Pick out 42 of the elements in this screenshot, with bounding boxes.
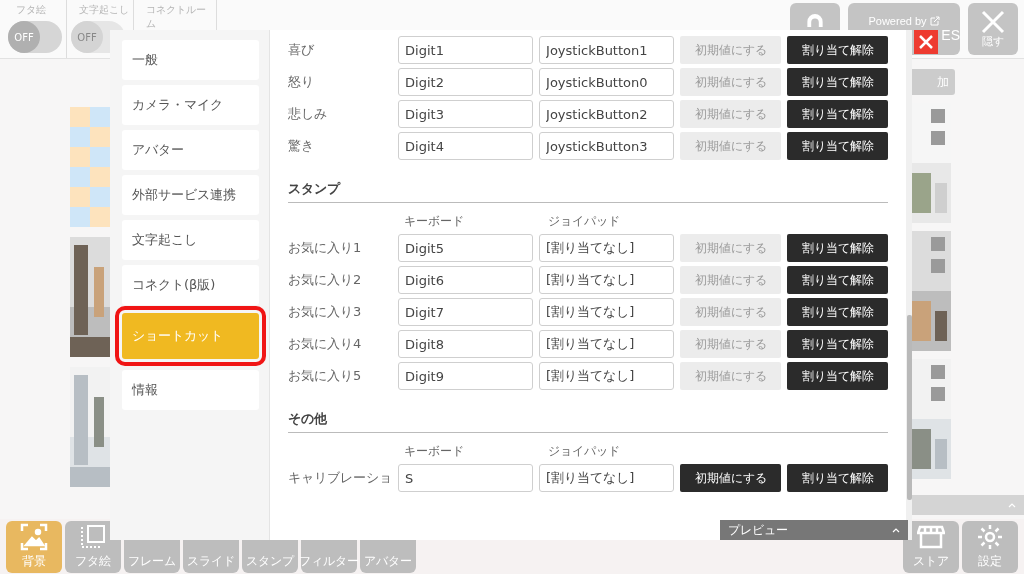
close-icon xyxy=(981,9,1005,34)
column-header: ジョイパッド xyxy=(547,443,622,460)
section-title: その他 xyxy=(288,410,889,433)
settings-menu-item[interactable]: 文字起こし xyxy=(122,220,260,260)
action-label: キャリブレーショ xyxy=(288,469,393,487)
settings-menu-item[interactable]: 情報 xyxy=(122,370,260,410)
caret-icon xyxy=(1008,502,1016,508)
action-label: 驚き xyxy=(288,137,316,155)
keyboard-key-field[interactable]: S xyxy=(398,464,534,492)
close-icon xyxy=(918,34,934,50)
cover-icon xyxy=(79,523,107,551)
column-header: キーボード xyxy=(403,213,466,230)
shop-icon xyxy=(917,523,945,551)
action-label: 喜び xyxy=(288,41,316,59)
action-label: お気に入り1 xyxy=(288,239,363,257)
reset-default-button[interactable]: 初期値にする xyxy=(680,464,782,492)
caret-icon xyxy=(892,527,900,533)
toggle-label: フタ絵 xyxy=(15,3,46,17)
action-label: お気に入り3 xyxy=(288,303,363,321)
action-label: お気に入り5 xyxy=(288,367,363,385)
action-label: お気に入り4 xyxy=(288,335,363,353)
scrollbar-thumb[interactable] xyxy=(907,315,912,500)
arch-icon xyxy=(805,11,825,27)
external-link-icon xyxy=(929,16,940,26)
action-label: 悲しみ xyxy=(288,105,329,123)
settings-menu-item[interactable]: コネクト(β版) xyxy=(122,265,260,305)
settings-menu-item[interactable]: 外部サービス連携 xyxy=(122,175,260,215)
joypad-button-field[interactable]: [割り当てなし] xyxy=(539,464,675,492)
column-header: キーボード xyxy=(403,443,466,460)
settings-menu-item[interactable]: カメラ・マイク xyxy=(122,85,260,125)
action-label: 怒り xyxy=(288,73,316,91)
settings-menu-item[interactable]: アバター xyxy=(122,130,260,170)
column-header: ジョイパッド xyxy=(547,213,622,230)
preview-label: プレビュー xyxy=(728,521,788,539)
settings-menu-item[interactable]: 一般 xyxy=(122,40,260,80)
settings-icon xyxy=(976,523,1004,551)
unassign-button[interactable]: 割り当て解除 xyxy=(787,464,889,492)
preview-bar[interactable]: プレビュー xyxy=(720,520,908,540)
close-button[interactable] xyxy=(914,30,938,54)
section-title: スタンプ xyxy=(288,180,889,203)
action-label: お気に入り2 xyxy=(288,271,363,289)
image-icon xyxy=(20,523,48,551)
